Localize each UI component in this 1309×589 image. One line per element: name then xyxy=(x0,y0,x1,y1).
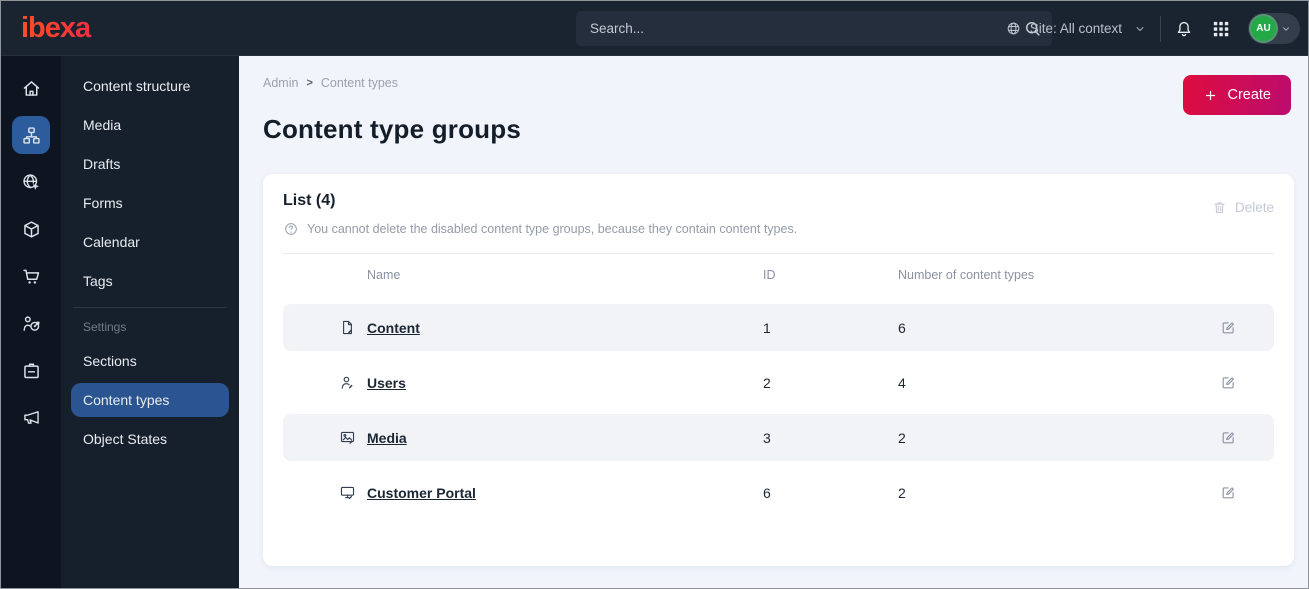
create-button[interactable]: Create xyxy=(1183,75,1291,115)
list-count-title: List (4) xyxy=(283,192,336,209)
edit-icon xyxy=(1222,377,1234,389)
edit-button[interactable] xyxy=(1220,426,1244,450)
global-search xyxy=(576,11,1052,46)
rail-item-target[interactable] xyxy=(12,304,50,342)
delete-button[interactable]: Delete xyxy=(1212,200,1274,215)
globe-cursor-icon xyxy=(22,173,40,191)
site-context-label: Site: All context xyxy=(1029,21,1122,36)
sidebar-item-tags[interactable]: Tags xyxy=(71,264,229,298)
ibexa-logo: ibexa xyxy=(1,13,239,43)
sidebar-item-drafts[interactable]: Drafts xyxy=(71,147,229,181)
sidebar-item-forms[interactable]: Forms xyxy=(71,186,229,220)
table-row-user: Users 2 4 xyxy=(283,359,1274,406)
column-header-count: Number of content types xyxy=(898,268,1035,282)
rail-item-product[interactable] xyxy=(12,210,50,248)
column-header-id: ID xyxy=(763,268,776,282)
main-content: Admin > Content types Create Content typ… xyxy=(239,56,1308,588)
list-hint: You cannot delete the disabled content t… xyxy=(283,221,797,237)
grid-icon xyxy=(1213,21,1229,36)
plus-icon xyxy=(1206,90,1216,100)
group-id: 6 xyxy=(763,484,771,501)
sidebar-menu: Content structure Media Drafts Forms Cal… xyxy=(61,56,239,588)
group-name-link[interactable]: Users xyxy=(367,375,406,391)
page-title: Content type groups xyxy=(263,114,522,144)
edit-button[interactable] xyxy=(1220,316,1244,340)
sidebar-item-media[interactable]: Media xyxy=(71,108,229,142)
badge-icon xyxy=(23,362,39,378)
topbar-right-cluster: Site: All context AU xyxy=(1005,1,1300,56)
app-window: ibexa Site: All context AU xyxy=(0,0,1309,589)
sidebar-item-object-states[interactable]: Object States xyxy=(71,422,229,456)
chevron-down-icon xyxy=(1283,26,1289,31)
cart-icon xyxy=(22,269,39,284)
file-icon xyxy=(343,320,353,335)
globe-icon xyxy=(1007,22,1020,35)
avatar: AU xyxy=(1251,16,1276,41)
edit-icon xyxy=(1222,432,1234,444)
question-circle-icon xyxy=(285,223,297,235)
rail-item-sitemap[interactable] xyxy=(12,116,50,154)
rail-item-globe-cursor[interactable] xyxy=(12,163,50,201)
content-type-groups-card: List (4) You cannot delete the disabled … xyxy=(263,174,1294,566)
search-input[interactable] xyxy=(576,11,1052,46)
sidebar-section-label: Settings xyxy=(83,320,127,334)
chevron-down-icon xyxy=(1136,26,1144,31)
icon-rail xyxy=(1,56,61,588)
notifications-button[interactable] xyxy=(1174,17,1198,41)
user-icon xyxy=(341,376,354,390)
monitor-icon xyxy=(340,486,355,500)
sidebar-item-content-structure[interactable]: Content structure xyxy=(71,69,229,103)
app-switcher-button[interactable] xyxy=(1211,17,1235,41)
topbar-divider xyxy=(1160,15,1161,42)
user-menu[interactable]: AU xyxy=(1248,13,1300,44)
group-id: 2 xyxy=(763,374,771,391)
table-header-row: Name ID Number of content types xyxy=(283,254,1274,296)
table-row-file: Content 1 6 xyxy=(283,304,1274,351)
group-count: 6 xyxy=(898,319,906,336)
sitemap-icon xyxy=(22,126,40,144)
group-name-link[interactable]: Media xyxy=(367,430,407,446)
bell-icon xyxy=(1177,21,1191,36)
home-icon xyxy=(23,80,39,96)
product-icon xyxy=(23,220,39,238)
edit-icon xyxy=(1222,487,1234,499)
table-body: Content 1 6 Users 2 4 Media 3 2 Customer… xyxy=(283,304,1274,516)
sidebar-item-calendar[interactable]: Calendar xyxy=(71,225,229,259)
breadcrumb-separator: > xyxy=(306,77,313,89)
breadcrumb-current: Content types xyxy=(320,76,399,90)
group-name-link[interactable]: Customer Portal xyxy=(367,485,476,501)
rail-item-badge[interactable] xyxy=(12,351,50,389)
table-row-image: Media 3 2 xyxy=(283,414,1274,461)
rail-item-home[interactable] xyxy=(12,69,50,107)
sidebar-item-sections[interactable]: Sections xyxy=(71,344,229,378)
edit-button[interactable] xyxy=(1220,371,1244,395)
group-count: 2 xyxy=(898,429,906,446)
column-header-name: Name xyxy=(367,268,401,282)
rail-item-cart[interactable] xyxy=(12,257,50,295)
trash-icon xyxy=(1214,202,1225,213)
rail-item-megaphone[interactable] xyxy=(12,398,50,436)
top-bar: ibexa Site: All context AU xyxy=(1,1,1308,56)
sidebar-item-content-types[interactable]: Content types xyxy=(71,383,229,417)
target-icon xyxy=(22,315,39,331)
breadcrumb: Admin > Content types xyxy=(263,76,1294,90)
group-id: 3 xyxy=(763,429,771,446)
megaphone-icon xyxy=(23,410,39,424)
group-count: 4 xyxy=(898,374,906,391)
group-id: 1 xyxy=(763,319,771,336)
breadcrumb-root[interactable]: Admin xyxy=(263,76,298,90)
edit-button[interactable] xyxy=(1220,481,1244,505)
site-context-dropdown[interactable]: Site: All context xyxy=(1005,20,1147,37)
sidebar-divider xyxy=(73,307,227,308)
edit-icon xyxy=(1222,322,1234,334)
image-icon xyxy=(340,431,355,445)
group-count: 2 xyxy=(898,484,906,501)
group-name-link[interactable]: Content xyxy=(367,320,420,336)
table-row-monitor: Customer Portal 6 2 xyxy=(283,469,1274,516)
